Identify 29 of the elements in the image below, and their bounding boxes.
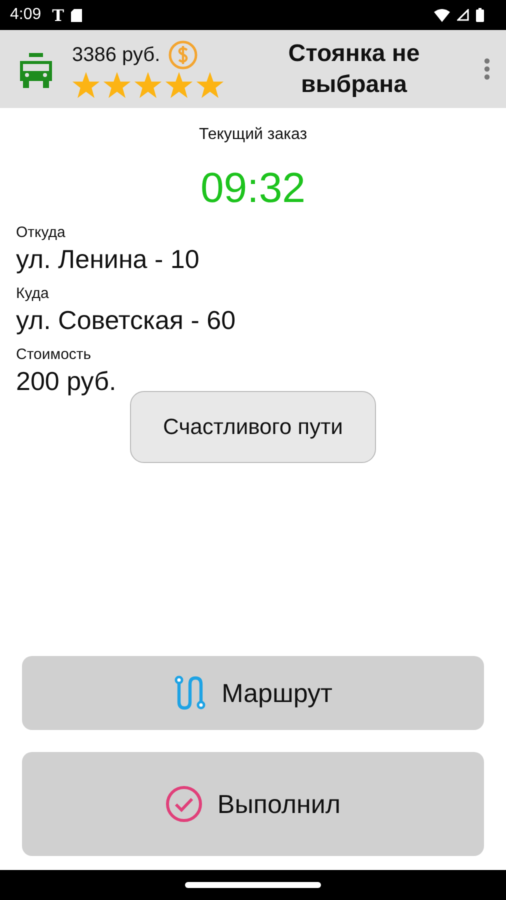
field-label: Откуда bbox=[16, 224, 66, 241]
field-label: Куда bbox=[16, 285, 50, 302]
battery-icon bbox=[476, 8, 484, 22]
star-icon bbox=[165, 72, 193, 98]
star-icon bbox=[134, 72, 162, 98]
field-value: ул. Ленина - 10 bbox=[16, 244, 200, 275]
home-handle[interactable] bbox=[185, 882, 321, 888]
signal-icon bbox=[457, 9, 469, 21]
order-timer: 09:32 bbox=[199, 164, 307, 212]
more-icon[interactable] bbox=[484, 58, 490, 80]
wifi-icon bbox=[434, 8, 450, 22]
field-value: 200 руб. bbox=[16, 366, 118, 397]
route-icon bbox=[174, 675, 208, 711]
sd-card-icon bbox=[71, 8, 82, 22]
route-button[interactable]: Маршрут bbox=[22, 656, 484, 730]
star-icon bbox=[196, 72, 224, 98]
status-time: 4:09 bbox=[10, 6, 42, 24]
star-icon bbox=[103, 72, 131, 98]
parking-status-title: Стоянка не выбрана bbox=[287, 39, 421, 100]
notification-glyph: T bbox=[52, 6, 64, 24]
done-button[interactable]: Выполнил bbox=[22, 752, 484, 856]
order-heading: Текущий заказ bbox=[198, 126, 308, 144]
coin-icon bbox=[168, 40, 198, 70]
wish-button[interactable]: Счастливого пути bbox=[130, 391, 376, 463]
star-icon bbox=[72, 72, 100, 98]
field-label: Стоимость bbox=[16, 346, 92, 363]
balance-amount: 3386 руб. bbox=[72, 44, 160, 66]
check-circle-icon bbox=[165, 785, 204, 823]
field-value: ул. Советская - 60 bbox=[16, 305, 237, 336]
